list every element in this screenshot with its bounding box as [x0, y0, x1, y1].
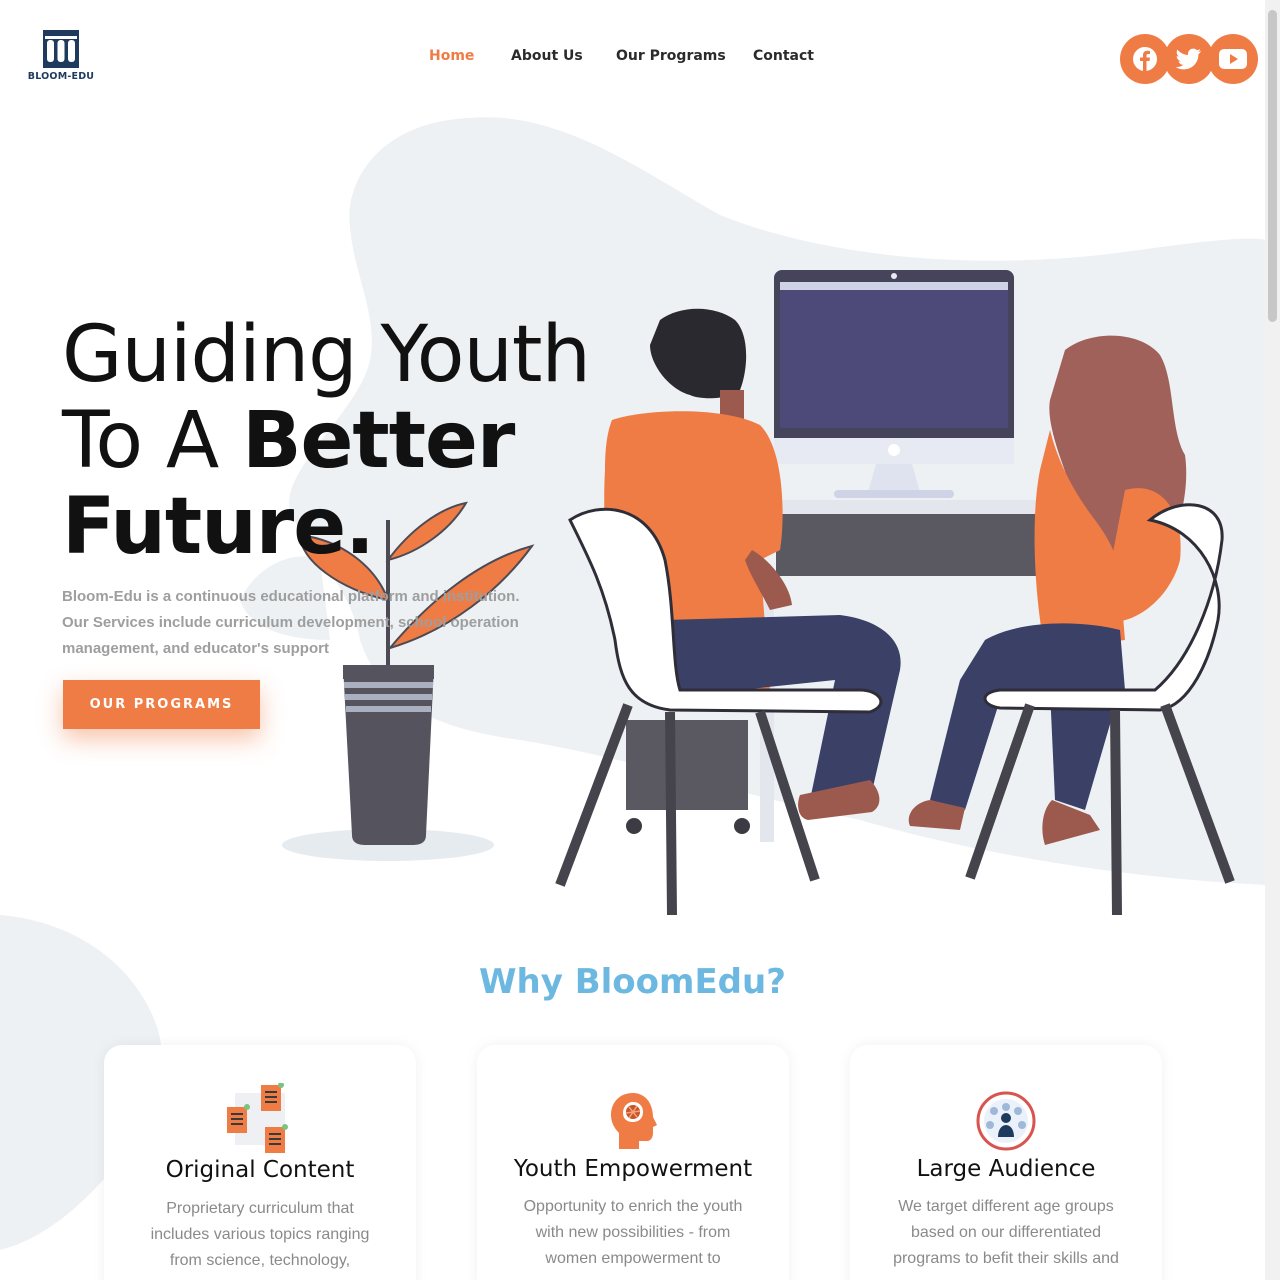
nav-home[interactable]: Home [429, 48, 474, 64]
audience-icon [976, 1091, 1036, 1151]
facebook-button[interactable] [1120, 34, 1170, 84]
hero-title-line1: Guiding Youth [62, 310, 591, 400]
brain-head-icon [611, 1093, 657, 1149]
hero-description: Bloom-Edu is a continuous educational pl… [62, 588, 520, 657]
monitor-icon [774, 270, 1014, 498]
feature-card-youth-empowerment: Youth Empowerment Opportunity to enrich … [477, 1045, 789, 1280]
scrollbar-thumb[interactable] [1268, 10, 1277, 322]
card-text: We target different age groups based on … [893, 1198, 1119, 1267]
youtube-icon [1219, 49, 1247, 69]
youtube-button[interactable] [1208, 34, 1258, 84]
brand-name: BLOOM-EDU [27, 71, 95, 82]
facebook-icon [1133, 47, 1157, 71]
social-links [1120, 34, 1260, 84]
card-title: Youth Empowerment [513, 1156, 753, 1182]
why-section-title: Why BloomEdu? [479, 962, 786, 1002]
nav-about-us[interactable]: About Us [511, 48, 583, 64]
card-title: Large Audience [916, 1156, 1096, 1182]
hero-title-line2-bold: Better [242, 396, 515, 486]
documents-icon [227, 1083, 288, 1153]
hero-title: Guiding Youth To A Better Future. [62, 312, 662, 570]
feature-card-original-content: Original Content Proprietary curriculum … [104, 1045, 416, 1280]
twitter-button[interactable] [1164, 34, 1214, 84]
card-text: Opportunity to enrich the youth with new… [523, 1198, 743, 1267]
main-nav: Home About Us Our Programs Contact [0, 48, 1280, 70]
nav-contact[interactable]: Contact [753, 48, 814, 64]
page-scrollbar[interactable] [1265, 0, 1280, 1280]
card-text: Proprietary curriculum that includes var… [150, 1200, 370, 1269]
card-title: Original Content [165, 1157, 355, 1183]
feature-card-large-audience: Large Audience We target different age g… [850, 1045, 1162, 1280]
our-programs-button[interactable]: OUR PROGRAMS [63, 680, 260, 729]
hero-title-line3: Future. [62, 482, 375, 572]
twitter-icon [1176, 48, 1201, 70]
nav-our-programs[interactable]: Our Programs [616, 48, 726, 64]
landing-page: BLOOM-EDU Home About Us Our Programs Con… [0, 0, 1280, 1280]
hero-title-line2-regular: To A [62, 396, 243, 486]
